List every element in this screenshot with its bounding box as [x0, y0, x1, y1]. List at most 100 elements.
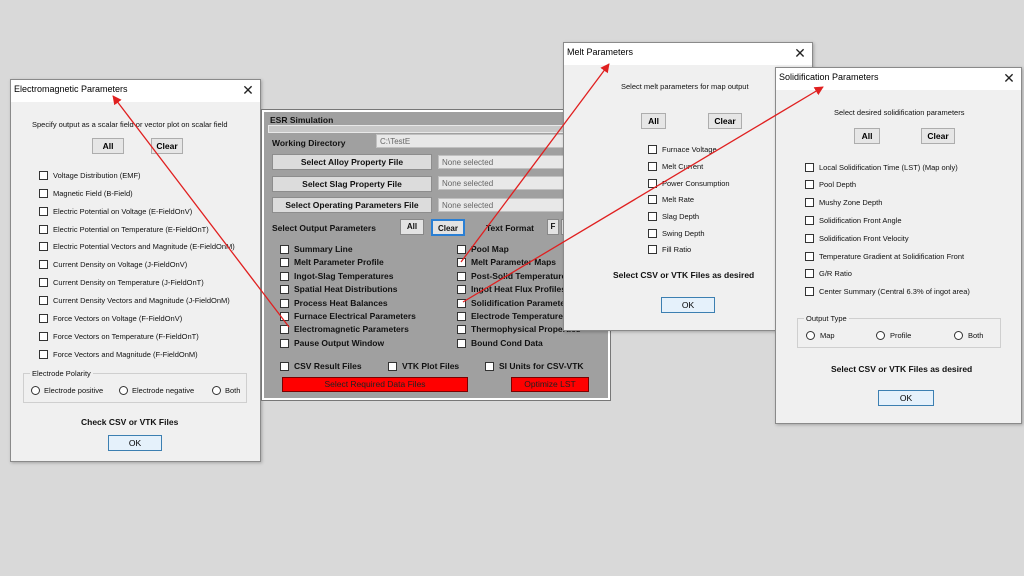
- electrode-polarity-group: Electrode Polarity Electrode positive El…: [23, 369, 247, 403]
- close-icon[interactable]: ✕: [792, 44, 808, 62]
- checkbox[interactable]: [280, 312, 289, 321]
- clear-button[interactable]: Clear: [431, 219, 465, 236]
- checkbox[interactable]: [648, 179, 657, 188]
- select-operating-button[interactable]: Select Operating Parameters File: [272, 197, 432, 213]
- checkbox[interactable]: [280, 339, 289, 348]
- checkbox[interactable]: [39, 260, 48, 269]
- radio-label: Both: [968, 331, 984, 340]
- checkbox[interactable]: [39, 171, 48, 180]
- all-button[interactable]: All: [854, 128, 880, 144]
- title-bar: Electromagnetic Parameters ✕: [11, 80, 260, 102]
- checkbox[interactable]: [457, 339, 466, 348]
- intro-text: Specify output as a scalar field or vect…: [32, 120, 228, 129]
- select-slag-button[interactable]: Select Slag Property File: [272, 176, 432, 192]
- checkbox[interactable]: [280, 285, 289, 294]
- output-type-group: Output Type Map Profile Both: [797, 314, 1001, 348]
- text-format-label: Text Format: [486, 223, 535, 233]
- checkbox[interactable]: [280, 258, 289, 267]
- dialog-title: Melt Parameters: [567, 47, 634, 57]
- all-button[interactable]: All: [92, 138, 124, 154]
- checkbox[interactable]: [457, 299, 466, 308]
- checkbox[interactable]: [805, 287, 814, 296]
- checkbox[interactable]: [39, 332, 48, 341]
- radio-label: Electrode negative: [132, 386, 195, 395]
- checkbox[interactable]: [648, 195, 657, 204]
- esr-simulation-window: ESR Simulation Working Directory C:\Test…: [261, 109, 611, 401]
- checkbox[interactable]: [648, 145, 657, 154]
- checkbox[interactable]: [457, 285, 466, 294]
- footer-note: Select CSV or VTK Files as desired: [613, 270, 755, 280]
- checkbox[interactable]: [805, 252, 814, 261]
- radio-profile[interactable]: [876, 331, 885, 340]
- title-bar: Solidification Parameters ✕: [776, 68, 1021, 90]
- select-required-data-files-button[interactable]: Select Required Data Files: [282, 377, 468, 392]
- checkbox[interactable]: [39, 225, 48, 234]
- checkbox[interactable]: [280, 325, 289, 334]
- checkbox[interactable]: [39, 242, 48, 251]
- dialog-title: Electromagnetic Parameters: [14, 84, 128, 94]
- radio-electrode-positive[interactable]: [31, 386, 40, 395]
- checkbox[interactable]: [280, 362, 289, 371]
- checkbox[interactable]: [39, 189, 48, 198]
- output-parameters-label: Select Output Parameters: [272, 223, 376, 233]
- checkbox[interactable]: [485, 362, 494, 371]
- title-bar: Melt Parameters ✕: [564, 43, 812, 65]
- format-f-button[interactable]: F: [547, 219, 559, 235]
- radio-both[interactable]: [954, 331, 963, 340]
- checkbox[interactable]: [39, 314, 48, 323]
- checkbox[interactable]: [388, 362, 397, 371]
- close-icon[interactable]: ✕: [240, 81, 256, 99]
- checkbox[interactable]: [39, 296, 48, 305]
- radio-both[interactable]: [212, 386, 221, 395]
- all-button[interactable]: All: [641, 113, 666, 129]
- checkbox[interactable]: [39, 350, 48, 359]
- ok-button[interactable]: OK: [108, 435, 162, 451]
- group-title: Electrode Polarity: [30, 369, 93, 378]
- window-title: ESR Simulation: [270, 115, 334, 125]
- close-icon[interactable]: ✕: [1001, 69, 1017, 87]
- footer-note: Check CSV or VTK Files: [81, 417, 179, 427]
- clear-button[interactable]: Clear: [151, 138, 183, 154]
- optimize-lst-button[interactable]: Optimize LST: [511, 377, 589, 392]
- checkbox[interactable]: [648, 245, 657, 254]
- checkbox[interactable]: [648, 162, 657, 171]
- dialog-title: Solidification Parameters: [779, 72, 879, 82]
- solidification-parameters-dialog: Solidification Parameters ✕ Select desir…: [775, 67, 1022, 424]
- checkbox[interactable]: [280, 299, 289, 308]
- clear-button[interactable]: Clear: [708, 113, 742, 129]
- ok-button[interactable]: OK: [878, 390, 934, 406]
- radio-label: Map: [820, 331, 835, 340]
- ok-button[interactable]: OK: [661, 297, 715, 313]
- checkbox[interactable]: [39, 207, 48, 216]
- checkbox[interactable]: [457, 258, 466, 267]
- radio-label: Electrode positive: [44, 386, 104, 395]
- checkbox[interactable]: [280, 245, 289, 254]
- radio-electrode-negative[interactable]: [119, 386, 128, 395]
- checkbox[interactable]: [280, 272, 289, 281]
- checkbox[interactable]: [648, 212, 657, 221]
- checkbox[interactable]: [805, 216, 814, 225]
- footer-note: Select CSV or VTK Files as desired: [831, 364, 973, 374]
- checkbox[interactable]: [39, 278, 48, 287]
- radio-label: Profile: [890, 331, 912, 340]
- intro-text: Select melt parameters for map output: [621, 82, 749, 91]
- working-directory-label: Working Directory: [272, 138, 346, 148]
- group-title: Output Type: [804, 314, 849, 323]
- radio-map[interactable]: [806, 331, 815, 340]
- checkbox[interactable]: [457, 272, 466, 281]
- checkbox[interactable]: [805, 198, 814, 207]
- select-alloy-button[interactable]: Select Alloy Property File: [272, 154, 432, 170]
- checkbox[interactable]: [457, 245, 466, 254]
- electromagnetic-parameters-dialog: Electromagnetic Parameters ✕ Specify out…: [10, 79, 261, 462]
- intro-text: Select desired solidification parameters: [834, 108, 965, 117]
- checkbox[interactable]: [805, 234, 814, 243]
- clear-button[interactable]: Clear: [921, 128, 955, 144]
- checkbox[interactable]: [457, 312, 466, 321]
- checkbox[interactable]: [805, 269, 814, 278]
- checkbox[interactable]: [805, 180, 814, 189]
- checkbox[interactable]: [805, 163, 814, 172]
- checkbox[interactable]: [457, 325, 466, 334]
- title-strip: [268, 125, 606, 133]
- checkbox[interactable]: [648, 229, 657, 238]
- all-button[interactable]: All: [400, 219, 424, 235]
